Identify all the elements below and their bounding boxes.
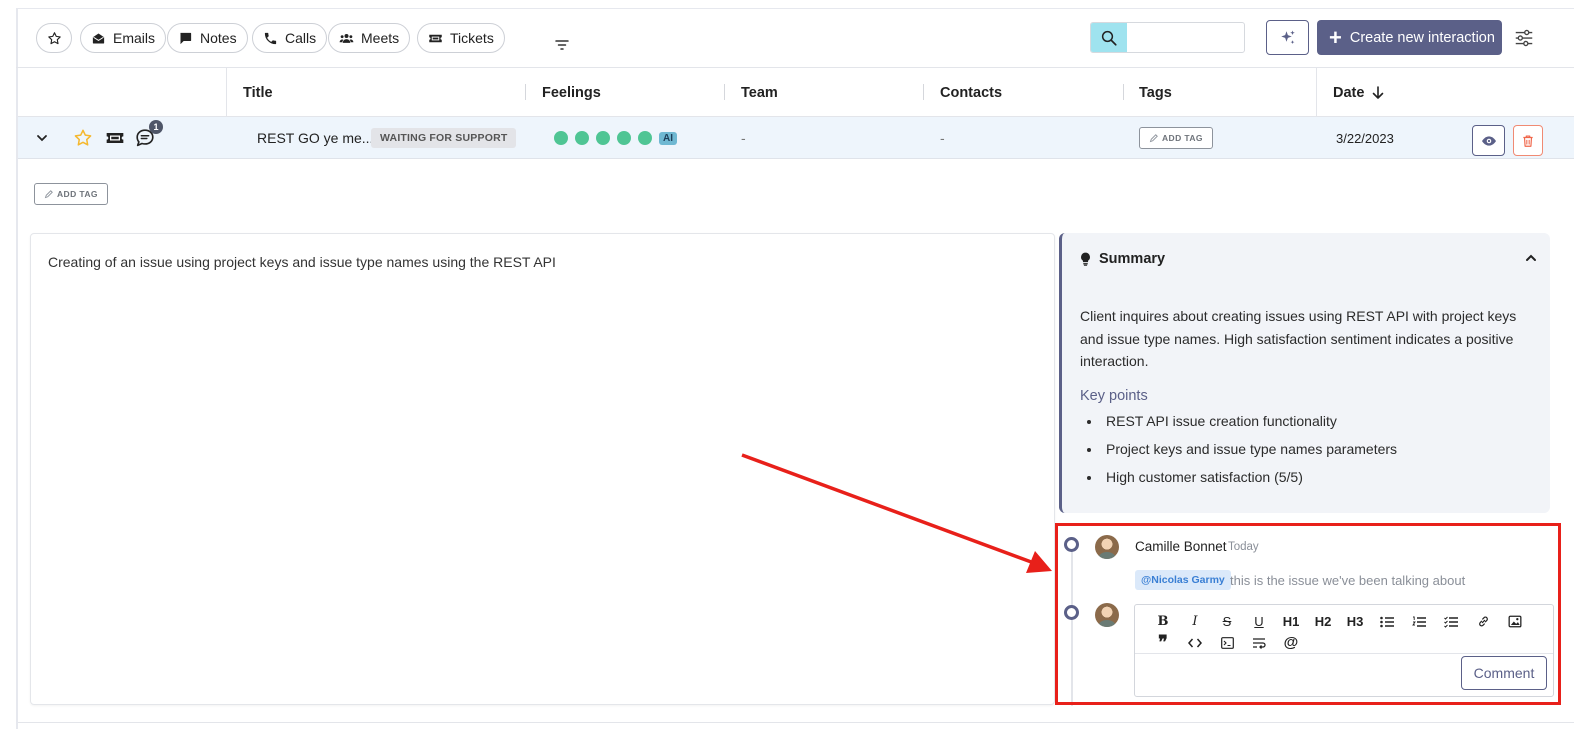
create-interaction-button[interactable]: + Create new interaction (1317, 20, 1502, 55)
search-input[interactable] (1129, 27, 1239, 49)
view-button[interactable] (1472, 125, 1505, 156)
trash-icon (1523, 134, 1533, 147)
chip-label: Emails (113, 30, 156, 46)
team-value: - (741, 130, 746, 146)
status-badge-cell: WAITING FOR SUPPORT (371, 117, 517, 159)
row-title[interactable]: REST GO ye me... (257, 117, 373, 159)
chip-label: Notes (200, 30, 237, 46)
contacts-value: - (940, 130, 945, 146)
filter-chip-calls[interactable]: Calls (252, 23, 328, 53)
column-separator[interactable] (525, 84, 526, 100)
feelings-rating: AI (554, 117, 677, 159)
feeling-dot (617, 131, 631, 145)
ticket-type-indicator (104, 117, 126, 159)
feeling-dot (596, 131, 610, 145)
people-icon (339, 33, 354, 43)
key-point-item: REST API issue creation functionality (1102, 413, 1397, 429)
chip-label: Calls (285, 30, 317, 46)
detail-add-tag-button[interactable]: ADD TAG (34, 183, 108, 205)
column-separator[interactable] (1123, 84, 1124, 100)
date-header-label: Date (1333, 84, 1365, 101)
filter-chip-meets[interactable]: Meets (328, 23, 411, 53)
description-panel: Creating of an issue using project keys … (30, 233, 1055, 705)
star-icon (74, 129, 92, 146)
add-tag-label: ADD TAG (57, 189, 98, 199)
create-interaction-label: Create new interaction (1349, 29, 1495, 46)
filter-chip-emails[interactable]: Emails (80, 23, 167, 53)
chevron-down-icon (37, 135, 47, 142)
column-separator[interactable] (923, 84, 924, 100)
ai-badge: AI (659, 131, 677, 145)
next-row-border (18, 722, 1574, 723)
column-separator[interactable] (724, 84, 725, 100)
description-text: Creating of an issue using project keys … (48, 254, 556, 270)
toolbar: Emails Notes Calls Meets Tickets + Creat… (16, 8, 1574, 68)
add-tag-label: ADD TAG (1162, 133, 1203, 143)
table-row[interactable]: 1 REST GO ye me... WAITING FOR SUPPORT A… (18, 117, 1574, 159)
column-header-contacts[interactable]: Contacts (940, 68, 1002, 117)
filter-chip-notes[interactable]: Notes (167, 23, 248, 53)
highlight-box (1055, 523, 1561, 705)
ticket-icon (429, 34, 442, 42)
column-header-team[interactable]: Team (741, 68, 778, 117)
add-tag-button[interactable]: ADD TAG (1139, 127, 1213, 149)
detail-add-tag-wrapper: ADD TAG (34, 183, 108, 205)
sliders-icon[interactable] (1513, 27, 1535, 49)
chip-label: Meets (361, 30, 400, 46)
filter-chip-tickets[interactable]: Tickets (417, 23, 505, 53)
key-points-title: Key points (1080, 388, 1148, 404)
feeling-dot (554, 131, 568, 145)
feeling-dot (638, 131, 652, 145)
summary-body: Client inquires about creating issues us… (1080, 308, 1517, 369)
sparkles-icon (1280, 30, 1295, 44)
delete-button[interactable] (1513, 125, 1543, 156)
lightbulb-icon (1081, 252, 1090, 266)
column-header-feelings[interactable]: Feelings (542, 68, 601, 117)
star-outline-icon (47, 31, 61, 44)
ai-assist-button[interactable] (1266, 20, 1309, 55)
chevron-up-icon[interactable] (1524, 251, 1538, 265)
chip-label: Tickets (450, 30, 494, 46)
search-box[interactable] (1090, 22, 1245, 53)
pencil-icon (1149, 133, 1158, 142)
row-add-tag-cell: ADD TAG (1139, 117, 1213, 159)
notification-badge: 1 (149, 120, 163, 134)
sort-descending-icon (1373, 85, 1384, 99)
summary-panel: Summary Client inquires about creating i… (1059, 233, 1550, 513)
sort-filter-icon[interactable] (554, 38, 570, 52)
key-points-list: REST API issue creation functionality Pr… (1102, 413, 1397, 497)
search-button[interactable] (1091, 23, 1127, 52)
column-header-tags[interactable]: Tags (1139, 68, 1172, 117)
plus-icon: + (1329, 24, 1342, 50)
key-point-item: High customer satisfaction (5/5) (1102, 469, 1397, 485)
row-date: 3/22/2023 (1336, 130, 1394, 146)
favorite-star-button[interactable] (73, 117, 93, 159)
column-divider (1316, 68, 1317, 117)
eye-icon (1481, 135, 1496, 146)
summary-header[interactable]: Summary (1080, 251, 1165, 267)
ticket-icon (106, 133, 124, 143)
key-point-item: Project keys and issue type names parame… (1102, 441, 1397, 457)
feeling-dot (575, 131, 589, 145)
phone-icon (264, 32, 277, 44)
envelope-icon (92, 33, 105, 43)
summary-title: Summary (1099, 251, 1166, 267)
table-header: Title Feelings Team Contacts Tags Date (18, 68, 1574, 117)
expand-row-button[interactable] (36, 117, 48, 159)
column-divider (226, 68, 227, 117)
column-header-date[interactable]: Date (1333, 68, 1384, 117)
search-icon (1101, 30, 1117, 46)
favorites-filter-button[interactable] (36, 23, 72, 53)
column-header-title[interactable]: Title (243, 68, 273, 117)
pencil-icon (44, 189, 53, 198)
note-icon (180, 32, 192, 44)
status-badge: WAITING FOR SUPPORT (371, 128, 517, 148)
